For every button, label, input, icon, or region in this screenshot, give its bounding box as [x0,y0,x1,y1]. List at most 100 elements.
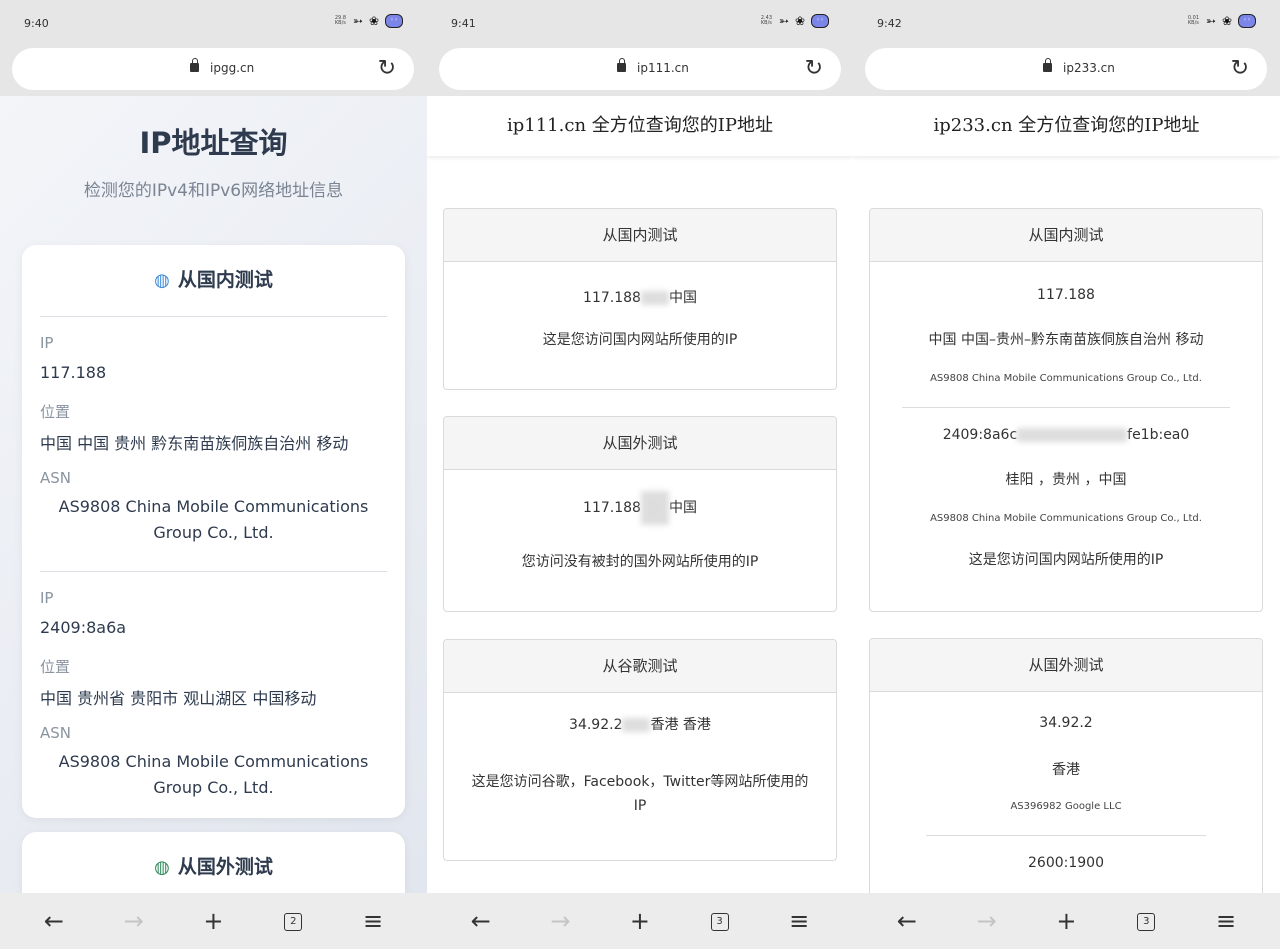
paw-icon: ❀ [794,14,805,28]
ip-label: IP [40,334,54,352]
ipv6-prefix: 2409:8a6c [942,427,1018,443]
ip-value: 117.188 [583,500,641,516]
ip-value: 117.188 [1037,287,1095,303]
status-time: 9:40 [24,17,49,30]
box-title: 从谷歌测试 [444,640,836,693]
menu-icon[interactable]: ≡ [353,901,393,941]
page-title: IP地址查询 [139,126,288,160]
cat-battery-icon: ◦◦ [1238,14,1256,28]
divider [40,316,387,317]
site-header: ip111.cn 全方位查询您的IP地址 [427,96,853,156]
paw-icon: ❀ [368,14,379,28]
location-label: 位置 [40,658,71,676]
ip-line: 117.188 中国 [444,491,836,525]
foreign-test-box: 从国外测试 34.92.2 香港 AS396982 Google LLC 260… [869,638,1263,893]
status-bar: 9:40 29.8 KB/s ➳ ❀ ◦◦ [0,0,427,46]
network-speed: 0.01 KB/s [1187,15,1200,26]
location-value: 中国 中国–贵州–黔东南苗族侗族自治州 移动 [928,332,1204,348]
site-header: ip233.cn 全方位查询您的IP地址 [853,96,1280,156]
asn-value: AS9808 China Mobile Communications Group… [58,497,369,542]
box-title: 从国外测试 [444,417,836,470]
description: 您访问没有被封的国外网站所使用的IP [521,554,759,570]
location-value: 中国 贵州省 贵阳市 观山湖区 中国移动 [40,689,317,708]
asn-label: ASN [40,469,72,487]
lock-icon [617,58,626,72]
reload-icon[interactable]: ↻ [1231,56,1249,81]
address-bar[interactable]: ipgg.cn ↻ [12,48,414,90]
card-heading: ◍ 从国外测试 [154,856,273,878]
page-content: IP地址查询 检测您的IPv4和IPv6网络地址信息 ◍ 从国内测试 IP 117… [0,96,427,893]
fish-icon: ➳ [778,14,789,28]
ip-place: 香港 香港 [650,717,711,733]
description: 这是您访问谷歌，Facebook，Twitter等网站所使用的IP [471,774,809,814]
menu-icon[interactable]: ≡ [1206,901,1246,941]
back-icon[interactable]: ← [887,901,927,941]
ipv6-value: 2600:1900 [1028,855,1104,871]
new-tab-icon[interactable]: + [620,901,660,941]
divider [40,571,387,572]
ip-value: 34.92.2 [569,717,623,733]
domestic-test-box: 从国内测试 117.188 中国 中国–贵州–黔东南苗族侗族自治州 移动 AS9… [869,208,1263,612]
lock-icon [190,58,199,72]
status-bar: 9:42 0.01 KB/s ➳ ❀ ◦◦ [853,0,1280,46]
box-title: 从国内测试 [444,209,836,262]
ip-label: IP [40,589,54,607]
back-icon[interactable]: ← [461,901,501,941]
card-heading: ◍ 从国内测试 [154,269,273,291]
location-value: 中国 中国 贵州 黔东南苗族侗族自治州 移动 [40,434,349,453]
browser-bottom-nav: ← → + 3 ≡ [427,893,853,949]
asn-label: ASN [40,724,72,742]
browser-panel-ip233: 9:42 0.01 KB/s ➳ ❀ ◦◦ ip233.cn ↻ ip233.c… [853,0,1280,949]
tabs-button[interactable]: 3 [1126,901,1166,941]
new-tab-icon[interactable]: + [1046,901,1086,941]
redacted-blur [640,291,669,305]
ip-value: 34.92.2 [1039,715,1093,731]
domestic-test-card: ◍ 从国内测试 IP 117.188 位置 中国 中国 贵州 黔东南苗族侗族自治州… [22,245,405,818]
ip-place: 中国 [668,500,697,516]
ip-place: 中国 [668,290,697,306]
ip-line: 34.92.2 香港 香港 [444,714,836,734]
ipv6-location: 桂阳 ，贵州 ，中国 [1005,472,1127,488]
paw-icon: ❀ [1221,14,1232,28]
address-bar[interactable]: ip233.cn ↻ [865,48,1267,90]
reload-icon[interactable]: ↻ [378,56,396,81]
ip-value: 117.188 [40,363,107,382]
url-text: ip111.cn [637,61,689,75]
fish-icon: ➳ [1205,14,1216,28]
browser-bottom-nav: ← → + 2 ≡ [0,893,427,949]
ip-value: 117.188 [583,290,641,306]
globe-icon: ◍ [154,270,170,291]
asn-value: AS9808 China Mobile Communications Group… [58,752,369,797]
description: 这是您访问国内网站所使用的IP [968,552,1164,568]
foreign-test-box: 从国外测试 117.188 中国 您访问没有被封的国外网站所使用的IP [443,416,837,612]
tabs-button[interactable]: 2 [273,901,313,941]
box-title: 从国内测试 [870,209,1262,262]
description: 这是您访问国内网站所使用的IP [542,332,738,348]
cat-battery-icon: ◦◦ [811,14,829,28]
fish-icon: ➳ [352,14,363,28]
asn-value: AS9808 China Mobile Communications Group… [930,373,1202,384]
tabs-button[interactable]: 3 [700,901,740,941]
browser-bottom-nav: ← → + 3 ≡ [853,893,1280,949]
address-bar[interactable]: ip111.cn ↻ [439,48,841,90]
reload-icon[interactable]: ↻ [805,56,823,81]
location-label: 位置 [40,403,71,421]
page-subtitle: 检测您的IPv4和IPv6网络地址信息 [83,181,344,201]
forward-icon[interactable]: → [114,901,154,941]
menu-icon[interactable]: ≡ [779,901,819,941]
earth-icon: ◍ [154,857,170,878]
back-icon[interactable]: ← [34,901,74,941]
network-speed: 29.8 KB/s [334,15,347,26]
url-text: ip233.cn [1063,61,1115,75]
browser-panel-ip111: 9:41 2.43 KB/s ➳ ❀ ◦◦ ip111.cn ↻ ip111.c… [427,0,853,949]
browser-panel-ipgg: 9:40 29.8 KB/s ➳ ❀ ◦◦ ipgg.cn ↻ IP地址查询 检… [0,0,427,949]
redacted-blur [1017,428,1128,442]
forward-icon[interactable]: → [540,901,580,941]
ipv6-asn: AS9808 China Mobile Communications Group… [930,513,1202,524]
ipv6-line: 2409:8a6c fe1b:ea0 [870,427,1262,443]
cat-battery-icon: ◦◦ [385,14,403,28]
forward-icon[interactable]: → [967,901,1007,941]
divider [902,407,1230,408]
network-speed: 2.43 KB/s [760,15,773,26]
new-tab-icon[interactable]: + [193,901,233,941]
